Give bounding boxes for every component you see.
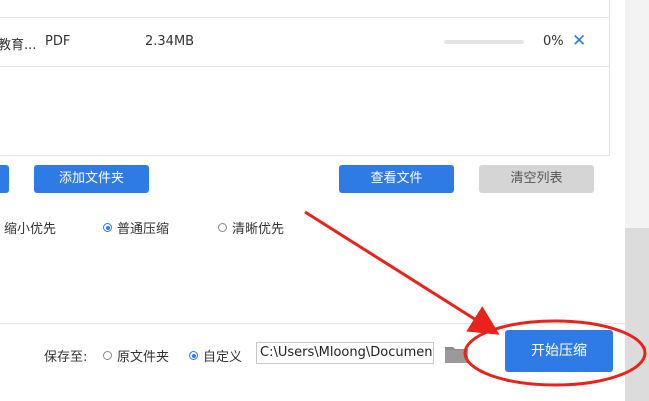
radio-label: 原文件夹 — [117, 350, 170, 365]
file-name: 教育... — [0, 38, 37, 53]
row-divider — [0, 17, 609, 18]
file-type: PDF — [45, 34, 71, 49]
save-path-input[interactable]: C:\Users\Mloong\Documents — [256, 342, 434, 364]
progress-text: 0% — [543, 34, 564, 49]
compression-panel: 教育... PDF 2.34MB 0% ✕ 添加文件夹 查看文件 清空列表 缩小… — [0, 0, 625, 401]
radio-normal-compression[interactable]: 普通压缩 — [103, 218, 169, 237]
add-file-button[interactable] — [0, 165, 9, 193]
radio-shrink-priority[interactable]: 缩小优先 — [4, 218, 56, 237]
start-compress-button[interactable]: 开始压缩 — [505, 330, 613, 372]
clear-list-button[interactable]: 清空列表 — [479, 165, 594, 193]
radio-circle — [103, 351, 112, 360]
section-divider — [0, 323, 625, 324]
add-folder-button[interactable]: 添加文件夹 — [34, 165, 149, 193]
radio-circle — [103, 223, 112, 232]
file-list: 教育... PDF 2.34MB 0% ✕ — [0, 0, 610, 156]
file-size: 2.34MB — [145, 34, 195, 49]
radio-label: 自定义 — [203, 350, 243, 365]
window-edge-shadow — [625, 228, 649, 401]
view-files-button[interactable]: 查看文件 — [339, 165, 454, 193]
radio-circle — [189, 351, 198, 360]
radio-label: 普通压缩 — [117, 222, 170, 237]
progress-bar — [444, 40, 524, 44]
row-divider — [0, 66, 609, 67]
radio-original-folder[interactable]: 原文件夹 — [103, 346, 169, 365]
close-icon[interactable]: ✕ — [572, 31, 586, 51]
radio-custom-folder[interactable]: 自定义 — [189, 346, 242, 365]
radio-label: 清晰优先 — [232, 222, 285, 237]
folder-icon[interactable] — [444, 344, 470, 364]
radio-circle — [218, 223, 227, 232]
radio-label: 缩小优先 — [4, 222, 57, 237]
radio-clarity-priority[interactable]: 清晰优先 — [218, 218, 284, 237]
save-to-label: 保存至: — [44, 350, 88, 365]
